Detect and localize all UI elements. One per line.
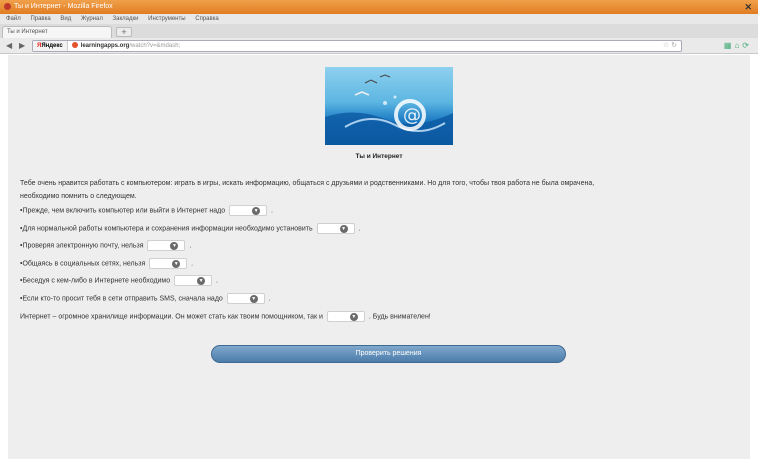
statement-end: . xyxy=(358,225,361,233)
new-tab-button[interactable]: + xyxy=(116,27,132,37)
statement-row: •Для нормальной работы компьютера и сохр… xyxy=(20,223,360,234)
page-subtitle: Ты и Интернет xyxy=(355,153,403,160)
yandex-button[interactable]: ЯЯндекс xyxy=(33,41,68,51)
window-titlebar: Ты и Интернет - Mozilla Firefox ✕ xyxy=(0,0,758,14)
chevron-down-icon: ▼ xyxy=(170,242,179,250)
chevron-down-icon: ▼ xyxy=(339,225,348,233)
chevron-down-icon: ▼ xyxy=(172,260,181,268)
statement-end: . xyxy=(271,207,273,215)
answer-dropdown[interactable]: ▼ xyxy=(147,240,186,251)
statement-end: . xyxy=(268,295,271,303)
statement-text: •Прежде, чем включить компьютер или выйт… xyxy=(20,207,226,215)
statement-row: •Если кто-то просит тебя в сети отправит… xyxy=(20,293,271,304)
menu-item-view[interactable]: Вид xyxy=(60,16,71,22)
window-title: Ты и Интернет - Mozilla Firefox xyxy=(14,3,113,10)
answer-dropdown[interactable]: ▼ xyxy=(229,205,268,216)
page-content: @ Ты и Интернет Тебе очень нравится рабо… xyxy=(8,55,750,459)
chevron-down-icon: ▼ xyxy=(249,295,258,303)
menu-item-bookmarks[interactable]: Закладки xyxy=(113,16,139,22)
back-arrow-icon[interactable]: ◀ xyxy=(6,41,12,50)
statement-text: •Беседуя с кем-либо в Интернете необходи… xyxy=(20,277,171,285)
statement-text: •Если кто-то просит тебя в сети отправит… xyxy=(20,295,223,303)
forward-arrow-icon[interactable]: ▶ xyxy=(19,41,25,50)
site-favicon-icon xyxy=(71,42,78,49)
bookmark-star-icon[interactable]: ☆ ↻ xyxy=(663,41,677,51)
statement-end: . xyxy=(189,242,192,250)
window-close-icon[interactable]: ✕ xyxy=(744,0,752,14)
statement-text: •Проверяя электронную почту, нельзя xyxy=(20,242,144,250)
menu-item-help[interactable]: Справка xyxy=(195,16,219,22)
menu-item-file[interactable]: Файл xyxy=(6,16,21,22)
chevron-down-icon: ▼ xyxy=(349,313,358,321)
statement-text: Интернет – огромное хранилище информации… xyxy=(20,313,323,321)
answer-dropdown[interactable]: ▼ xyxy=(174,275,213,286)
statement-row: •Прежде, чем включить компьютер или выйт… xyxy=(20,205,273,216)
internet-splash-illustration: @ xyxy=(325,74,453,145)
check-solutions-button[interactable]: Проверить решения xyxy=(211,345,566,363)
statement-text: •Для нормальной работы компьютера и сохр… xyxy=(20,225,313,233)
answer-dropdown[interactable]: ▼ xyxy=(316,223,355,234)
answer-dropdown[interactable]: ▼ xyxy=(326,311,365,322)
intro-text-line-1: Тебе очень нравится работать с компьютер… xyxy=(20,180,595,187)
statement-row: •Проверяя электронную почту, нельзя ▼ . xyxy=(20,240,191,251)
chevron-down-icon: ▼ xyxy=(252,207,261,215)
answer-dropdown[interactable]: ▼ xyxy=(226,293,265,304)
svg-text:@: @ xyxy=(403,105,421,126)
statement-text: •Общаясь в социальных сетях, нельзя xyxy=(20,260,146,268)
hero-image: @ xyxy=(325,67,453,145)
browser-tab[interactable]: Ты и Интернет xyxy=(2,26,112,38)
menu-item-tools[interactable]: Инструменты xyxy=(148,16,185,22)
navigation-bar: ◀ ▶ ЯЯндекс learningapps.org/watch?v=&mda… xyxy=(0,38,758,54)
statement-end: . xyxy=(216,277,218,285)
url-path: /watch?v=&mdash; xyxy=(129,43,181,49)
menu-item-edit[interactable]: Правка xyxy=(30,16,50,22)
url-host: learningapps.org xyxy=(80,43,130,49)
menu-item-history[interactable]: Журнал xyxy=(81,16,103,22)
statement-row: •Общаясь в социальных сетях, нельзя ▼ . xyxy=(20,258,193,269)
address-bar[interactable]: ЯЯндекс learningapps.org/watch?v=&mdash; … xyxy=(32,40,682,52)
statement-end: . xyxy=(191,260,194,268)
chevron-down-icon: ▼ xyxy=(197,277,206,285)
menu-bar: Файл Правка Вид Журнал Закладки Инструме… xyxy=(0,14,758,24)
yandex-label: Яндекс xyxy=(41,43,63,49)
answer-dropdown[interactable]: ▼ xyxy=(149,258,188,269)
statement-row: •Беседуя с кем-либо в Интернете необходи… xyxy=(20,275,218,286)
tab-bar: Ты и Интернет + xyxy=(0,24,758,38)
toolbar-icons[interactable]: ▦⌂⟳ xyxy=(724,41,752,50)
intro-text-line-2: необходимо помнить о следующем. xyxy=(20,193,137,200)
firefox-icon xyxy=(4,2,11,10)
statement-row: Интернет – огромное хранилище информации… xyxy=(20,311,431,322)
statement-end: . Будь внимателен! xyxy=(368,313,431,321)
